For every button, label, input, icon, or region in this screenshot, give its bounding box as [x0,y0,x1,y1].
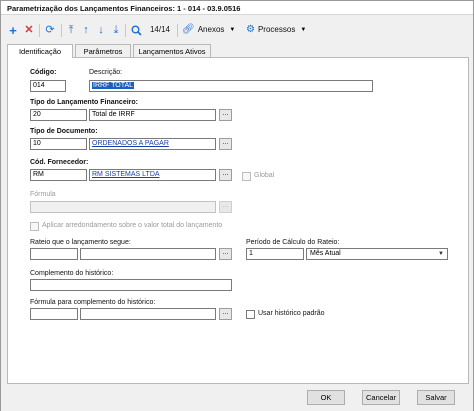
record-counter: 14/14 [149,25,171,34]
attachments-label: Anexos [197,25,225,34]
fornecedor-lookup-button[interactable]: ... [219,169,232,181]
tipo-documento-lookup-button[interactable]: ... [219,138,232,150]
formula-label: Fórmula [30,191,56,198]
lancamentos-financeiros-window: Parametrização dos Lançamentos Financeir… [0,0,474,411]
periodo-select[interactable]: Mês Atual ▼ [306,248,448,260]
codigo-field[interactable]: 014 [30,80,66,92]
ok-button[interactable]: OK [307,390,345,405]
tipo-lancamento-desc-field: Total de IRRF [89,109,216,121]
complemento-label: Complemento do histórico: [30,270,114,277]
tipo-lancamento-label: Tipo do Lançamento Financeiro: [30,99,138,106]
chevron-down-icon: ▼ [229,27,236,33]
global-label: Global [254,172,275,179]
attachments-menu[interactable]: 🔗︎ Anexos ▼ [182,22,244,38]
descricao-label: Descrição: [89,69,123,76]
window-title: Parametrização dos Lançamentos Financeir… [7,4,241,13]
magnifier-icon[interactable] [129,22,143,38]
chevron-down-icon: ▼ [300,27,307,33]
formula-complemento-lookup-button[interactable]: ... [219,308,232,320]
chevron-down-icon: ▼ [438,251,444,257]
tab-lancamentos-ativos[interactable]: Lançamentos Ativos [133,44,211,57]
descricao-value: IRRF TOTAL [92,82,135,89]
arrow-down-icon[interactable]: ↓ [95,22,107,38]
formula-complemento-label: Fórmula para complemento do histórico: [30,299,156,306]
dialog-footer: OK Cancelar Salvar [1,387,473,411]
processes-menu[interactable]: ⚙ Processos ▼ [246,22,316,38]
fornecedor-desc-link[interactable]: RM SISTEMAS LTDA [89,169,216,181]
arrow-last-icon[interactable]: ⤓ [110,22,122,38]
processes-label: Processos [257,25,296,34]
tipo-lancamento-code-field[interactable]: 20 [30,109,87,121]
fornecedor-code-field[interactable]: RM [30,169,87,181]
tab-identificacao[interactable]: Identificação [7,44,73,58]
formula-complemento-code-field[interactable] [30,308,78,320]
codigo-label: Código: [30,69,57,76]
tipo-documento-desc-link[interactable]: ORDENADOS A PAGAR [89,138,216,150]
toolbar-separator [39,24,40,37]
arredondamento-checkbox[interactable] [30,222,39,231]
tab-parametros[interactable]: Parâmetros [75,44,131,57]
global-checkbox[interactable] [242,172,251,181]
paperclip-icon: 🔗︎ [182,24,195,35]
periodo-field[interactable]: 1 [246,248,304,260]
save-button[interactable]: Salvar [417,390,455,405]
complemento-field[interactable] [30,279,232,291]
fornecedor-label: Cód. Fornecedor: [30,159,89,166]
tipo-documento-label: Tipo de Documento: [30,128,98,135]
title-bar: Parametrização dos Lançamentos Financeir… [1,1,473,15]
toolbar-separator [125,24,126,37]
rateio-lookup-button[interactable]: ... [219,248,232,260]
rateio-code-field[interactable] [30,248,78,260]
arrow-first-icon[interactable]: ⤒ [65,22,77,38]
x-icon[interactable]: ✕ [23,22,35,38]
periodo-selected-option: Mês Atual [310,250,341,257]
formula-lookup-button[interactable]: ... [219,201,232,213]
plus-icon[interactable]: + [7,22,19,38]
formula-complemento-desc-field [80,308,216,320]
arrow-up-icon[interactable]: ↑ [80,22,92,38]
tipo-lancamento-lookup-button[interactable]: ... [219,109,232,121]
rateio-desc-field [80,248,216,260]
arredondamento-label: Aplicar arredondamento sobre o valor tot… [42,222,223,229]
historico-padrao-checkbox[interactable] [246,310,255,319]
tipo-documento-code-field[interactable]: 10 [30,138,87,150]
refresh-icon[interactable]: ⟳ [43,22,57,38]
historico-padrao-label: Usar histórico padrão [258,310,325,317]
gear-icon: ⚙ [246,24,255,35]
identificacao-panel: Código: 014 Descrição: IRRF TOTAL Tipo d… [7,57,469,384]
cancel-button[interactable]: Cancelar [362,390,400,405]
toolbar: + ✕ ⟳ ⤒ ↑ ↓ ⤓ 14/14 🔗︎ Anexos ▼ ⚙ Proces… [1,16,473,44]
toolbar-separator [61,24,62,37]
formula-field[interactable] [30,201,216,213]
periodo-label: Período de Cálculo do Rateio: [246,239,340,246]
descricao-field[interactable]: IRRF TOTAL [89,80,373,92]
rateio-label: Rateio que o lançamento segue: [30,239,131,246]
toolbar-separator [177,24,178,37]
